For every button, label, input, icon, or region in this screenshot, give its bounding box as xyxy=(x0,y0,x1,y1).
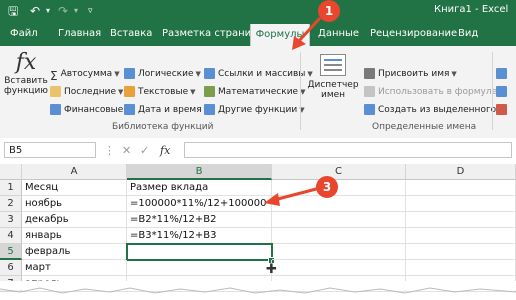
callout-3: 3 xyxy=(316,176,338,198)
torn-edge xyxy=(0,281,516,294)
arrow-3 xyxy=(264,186,321,206)
annotation-layer xyxy=(264,16,322,206)
arrow-1 xyxy=(292,16,322,50)
callout-1: 1 xyxy=(318,0,340,22)
torn-edge-shape xyxy=(0,287,516,294)
